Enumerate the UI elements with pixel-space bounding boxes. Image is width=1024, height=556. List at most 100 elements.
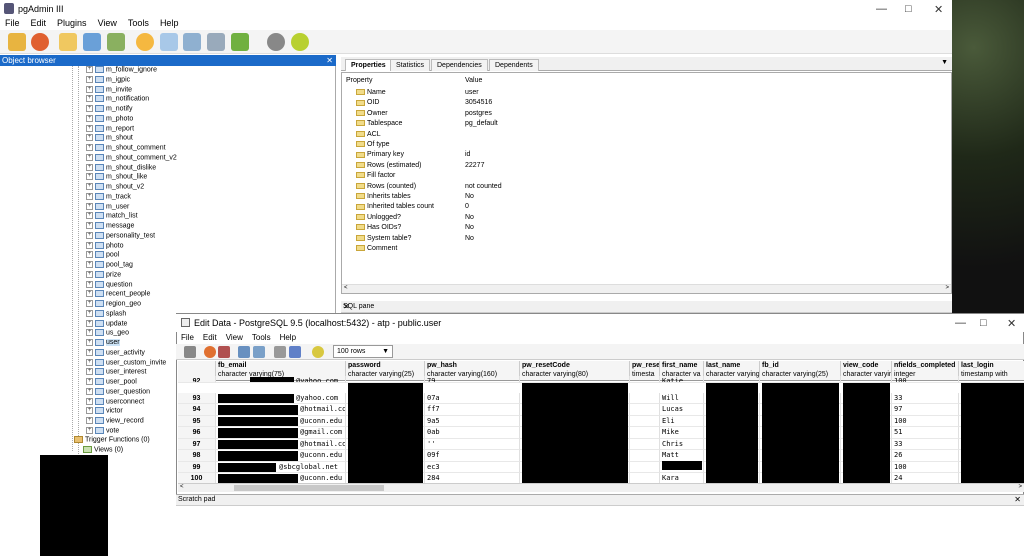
refresh-icon[interactable] (31, 33, 49, 51)
cell-pw-hash[interactable]: ff7 (425, 404, 520, 416)
expand-icon[interactable]: + (86, 231, 93, 239)
expand-icon[interactable]: + (86, 397, 93, 405)
row-number[interactable]: 94 (178, 404, 216, 416)
expand-icon[interactable]: + (86, 251, 93, 259)
row-number[interactable]: 93 (178, 392, 216, 404)
cell-nfields-completed[interactable]: 51 (892, 427, 959, 439)
cell-first-name[interactable]: Katie (660, 376, 704, 383)
cell-first-name[interactable]: Kara (660, 473, 704, 483)
tab-statistics[interactable]: Statistics (390, 59, 431, 71)
cell-first-name[interactable]: Eli (660, 415, 704, 427)
expand-icon[interactable]: + (86, 124, 93, 132)
cell-pw-reset-ts[interactable] (630, 415, 660, 427)
expand-icon[interactable]: + (86, 134, 93, 142)
table-node-user_question[interactable]: + user_question (86, 387, 150, 398)
expand-icon[interactable]: + (86, 222, 93, 229)
table-node-victor[interactable]: + victor (86, 407, 123, 417)
expand-icon[interactable]: + (86, 358, 93, 366)
maintenance-icon[interactable] (207, 33, 225, 51)
cell-nfields-completed[interactable]: 100 (892, 415, 959, 427)
cell-first-name[interactable]: Chris (660, 438, 704, 450)
paste-icon[interactable] (253, 346, 265, 358)
connect-icon[interactable] (8, 33, 26, 51)
hint-icon[interactable] (267, 33, 285, 51)
save-icon[interactable] (184, 346, 196, 358)
cell-nfields-completed[interactable]: 100 (892, 461, 959, 473)
expand-icon[interactable]: + (86, 75, 93, 83)
menu-item-help[interactable]: Help (160, 18, 179, 28)
cell-view-code[interactable] (841, 376, 892, 383)
trigger-functions-node[interactable]: Trigger Functions (0) (74, 436, 150, 446)
table-node-m_igpic[interactable]: + m_igpic (86, 75, 130, 86)
expand-icon[interactable]: + (86, 173, 93, 181)
menu-item-edit[interactable]: Edit (203, 333, 217, 342)
menu-item-view[interactable]: View (226, 333, 243, 342)
expand-icon[interactable]: + (86, 105, 93, 112)
scroll-thumb[interactable] (234, 485, 384, 491)
delete-icon[interactable] (274, 346, 286, 358)
close-icon[interactable]: ✕ (343, 302, 949, 311)
cell-pw-hash[interactable]: 0ab (425, 427, 520, 439)
cell-pw-hash[interactable]: 09f (425, 450, 520, 462)
minimize-icon[interactable]: — (876, 3, 887, 15)
expand-icon[interactable]: + (86, 95, 93, 103)
expand-icon[interactable]: + (86, 348, 93, 356)
row-number[interactable]: 100 (178, 473, 216, 483)
maximize-icon[interactable]: □ (905, 3, 912, 15)
row-number[interactable]: 97 (178, 438, 216, 450)
grid-hscrollbar[interactable]: < > (178, 483, 1024, 492)
cell-pw-reset-ts[interactable] (630, 461, 660, 473)
expand-icon[interactable]: + (86, 417, 93, 424)
menu-item-edit[interactable]: Edit (31, 18, 47, 28)
cell-first-name[interactable]: Will (660, 392, 704, 404)
menu-item-file[interactable]: File (181, 333, 194, 342)
menu-item-help[interactable]: Help (280, 333, 296, 342)
table-node-m_track[interactable]: + m_track (86, 192, 131, 203)
table-node-update[interactable]: + update (86, 319, 127, 330)
table-node-us_geo[interactable]: + us_geo (86, 329, 129, 339)
table-node-m_report[interactable]: + m_report (86, 124, 134, 135)
cell-pw-reset-ts[interactable] (630, 404, 660, 416)
cell-fb-id[interactable] (760, 376, 841, 383)
close-icon[interactable]: ✕ (1014, 495, 1021, 504)
scroll-left-icon[interactable]: < (180, 484, 184, 490)
expand-icon[interactable]: + (86, 183, 93, 190)
expand-icon[interactable]: + (86, 144, 93, 151)
menu-item-view[interactable]: View (98, 18, 117, 28)
row-limit-select[interactable]: 100 rows ▼ (333, 345, 393, 358)
table-node-m_notify[interactable]: + m_notify (86, 105, 132, 115)
refresh-icon[interactable] (204, 346, 216, 358)
table-node-m_user[interactable]: + m_user (86, 202, 129, 213)
table-node-view_record[interactable]: + view_record (86, 417, 144, 427)
expand-icon[interactable]: + (86, 407, 93, 415)
table-node-message[interactable]: + message (86, 222, 134, 232)
sql-icon[interactable] (136, 33, 154, 51)
filter-icon[interactable] (289, 346, 301, 358)
expand-icon[interactable]: + (86, 329, 93, 337)
expand-icon[interactable]: + (86, 280, 93, 288)
cell-pw-reset-ts[interactable] (630, 450, 660, 462)
expand-icon[interactable]: + (86, 368, 93, 376)
menu-item-file[interactable]: File (5, 18, 20, 28)
table-node-user[interactable]: + user (86, 339, 120, 349)
expand-icon[interactable]: + (86, 270, 93, 278)
properties-icon[interactable] (59, 33, 77, 51)
cell-nfields-completed[interactable]: 100 (892, 376, 959, 383)
cell-nfields-completed[interactable]: 33 (892, 392, 959, 404)
close-icon[interactable]: ✕ (934, 3, 943, 16)
cell-first-name[interactable]: Mike (660, 427, 704, 439)
cell-pw-hash[interactable]: 284 (425, 473, 520, 483)
table-node-prize[interactable]: + prize (86, 270, 121, 281)
row-number[interactable]: 95 (178, 415, 216, 427)
cell-nfields-completed[interactable]: 97 (892, 404, 959, 416)
expand-icon[interactable]: + (86, 163, 93, 171)
cell-nfields-completed[interactable]: 33 (892, 438, 959, 450)
expand-icon[interactable]: + (86, 387, 93, 395)
cell-first-name[interactable]: Lucas (660, 404, 704, 416)
cell-pw-resetcode[interactable] (520, 376, 630, 383)
expand-icon[interactable]: + (86, 378, 93, 385)
cell-first-name[interactable]: Matt (660, 450, 704, 462)
data-grid[interactable]: fb_email character varying(75) password cha… (178, 361, 1024, 483)
table-node-match_list[interactable]: + match_list (86, 212, 138, 222)
table-node-m_shout[interactable]: + m_shout (86, 134, 133, 144)
